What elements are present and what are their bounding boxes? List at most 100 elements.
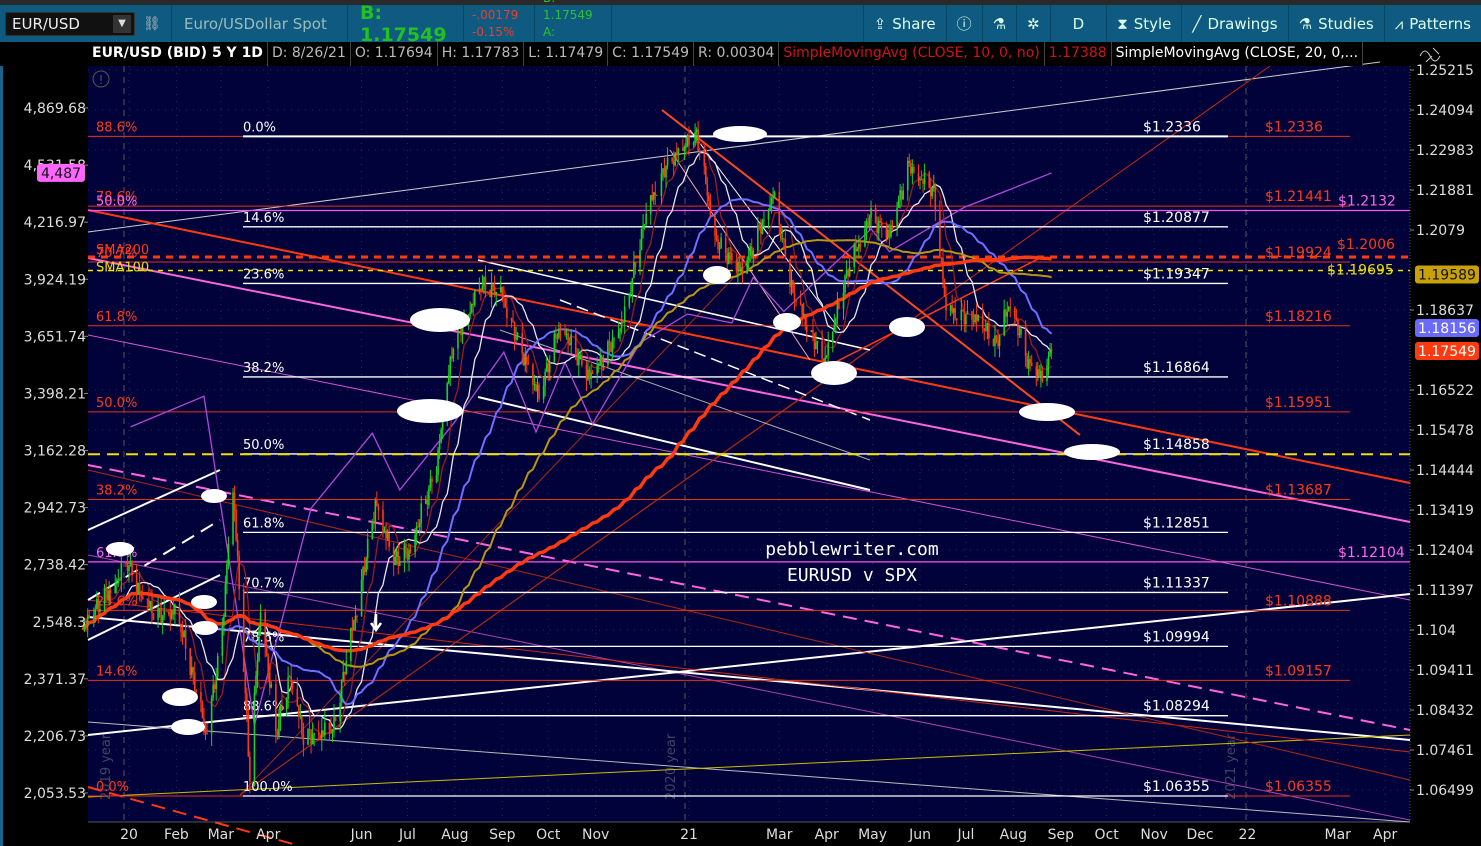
study-sma20-label[interactable]: SimpleMovingAvg (CLOSE, 20, 0,... (1112, 42, 1364, 66)
ellipse-marker[interactable] (192, 621, 218, 635)
time-axis-label: May (858, 827, 887, 843)
candle-body (1046, 365, 1048, 382)
candle-body (363, 567, 366, 572)
left-axis-label: 2,548.3 (33, 615, 86, 631)
candle-body (317, 732, 320, 736)
candle (201, 700, 204, 719)
share-button[interactable]: ⇪ Share (862, 5, 946, 42)
candle-body (331, 729, 334, 734)
candle-body (478, 288, 481, 290)
sma50-badge: 1.18156 (1418, 321, 1476, 337)
candle-body (340, 679, 343, 703)
style-button[interactable]: ⧗ Style (1106, 5, 1181, 42)
ellipse-marker[interactable] (162, 688, 198, 706)
style-label: Style (1133, 14, 1172, 33)
candle-body (622, 321, 624, 323)
time-axis-label: Aug (441, 827, 468, 843)
candle-body (493, 286, 496, 296)
chevron-down-icon[interactable]: ▼ (113, 14, 131, 33)
ellipse-marker[interactable] (201, 489, 227, 503)
candle-body (253, 692, 256, 782)
candle (103, 584, 106, 612)
right-axis-label: 1.15478 (1416, 423, 1474, 439)
candle-body (971, 311, 973, 321)
ellipse-marker[interactable] (171, 719, 205, 735)
time-axis[interactable]: 20 Feb Mar Apr Jun Jul Aug Sep Oct Nov 21 Mar Apr May… (120, 827, 1397, 843)
ellipse-marker[interactable] (1064, 444, 1120, 460)
candle-body (879, 220, 882, 223)
candle (810, 330, 813, 333)
candle-body (945, 296, 947, 311)
candle-body (963, 311, 966, 325)
ellipse-marker[interactable] (191, 595, 217, 609)
info-button[interactable]: ⓘ (945, 5, 982, 42)
candle-body (125, 562, 127, 564)
candle-body (880, 222, 883, 228)
candle-body (449, 356, 452, 375)
ellipse-marker[interactable] (811, 361, 857, 385)
candle-body (813, 332, 816, 350)
time-axis-label: Apr (815, 827, 839, 843)
ellipse-marker[interactable] (397, 399, 463, 423)
studies-button[interactable]: ⚗ Studies (1287, 5, 1384, 42)
candle (656, 194, 658, 196)
candle-body (151, 601, 153, 613)
candle-body (302, 734, 305, 745)
candle-body (149, 601, 152, 607)
ellipse-marker[interactable] (889, 317, 925, 337)
drawings-button[interactable]: ╱ Drawings (1181, 5, 1287, 42)
candle-body (928, 172, 930, 188)
candle-body (287, 677, 289, 699)
fib-red-pct: 0.0% (96, 780, 129, 795)
right-axis-label: 1.13419 (1416, 503, 1474, 519)
fib-white-price: $1.14858 (1143, 437, 1210, 453)
candle-body (264, 612, 266, 647)
price-chart[interactable]: 2019 year 2020 year 2021 year 88.6% $1.23… (0, 0, 1481, 846)
candle-body (997, 339, 999, 347)
candle-body (600, 356, 603, 368)
fib-white-price: $1.08294 (1143, 699, 1210, 715)
candle-body (847, 269, 849, 277)
candle-body (559, 328, 562, 330)
candle-body (544, 371, 546, 386)
study-sma10-value: 1.17388 (1045, 42, 1112, 66)
candle-body (385, 530, 387, 539)
candle-body (590, 372, 592, 379)
right-price-axis[interactable]: 1.25215 1.24094 1.22983 1.21881 1.2079 1.1863… (1410, 63, 1474, 799)
right-axis-label: 1.12404 (1416, 543, 1474, 559)
candle-body (815, 342, 817, 350)
candle-body (633, 262, 635, 279)
sma-level-name: SMA200 (96, 243, 149, 258)
fib-red-price: $1.18216 (1265, 309, 1332, 325)
ellipse-marker[interactable] (713, 126, 767, 142)
period-button[interactable]: D (1049, 5, 1107, 42)
fib-white-price: $1.16864 (1143, 360, 1210, 376)
candle-body (1024, 328, 1027, 357)
ellipse-marker[interactable] (1019, 403, 1075, 421)
candle-body (290, 676, 292, 683)
time-axis-label: Oct (536, 827, 561, 843)
candle-body (473, 289, 476, 305)
ellipse-marker[interactable] (703, 266, 731, 284)
candle-body (792, 280, 794, 294)
candle-body (532, 364, 534, 385)
candle-body (588, 369, 591, 379)
settings-button[interactable]: ✲ (1016, 5, 1050, 42)
symbol-selector[interactable]: EUR/USD ▼ (5, 11, 135, 36)
auto-scale-icon[interactable] (1419, 47, 1441, 63)
link-icon[interactable]: ⛓ (143, 16, 161, 32)
candle-body (767, 210, 770, 220)
fib-red-pct: 88.6% (96, 120, 137, 135)
patterns-button[interactable]: ⩘ Patterns (1383, 5, 1481, 42)
left-spx-axis[interactable]: 4,869.684,531.584,216.973,924.193,651.74… (24, 101, 88, 802)
candle-body (617, 331, 620, 339)
candle-body (954, 308, 956, 319)
flask-button[interactable]: ⚗ (981, 5, 1016, 42)
study-sma10-label[interactable]: SimpleMovingAvg (CLOSE, 10, 0, no) (779, 42, 1045, 66)
candle-body (542, 385, 545, 400)
ellipse-marker[interactable] (410, 308, 470, 332)
ellipse-marker[interactable] (106, 542, 134, 556)
candle-body (585, 364, 588, 380)
ellipse-marker[interactable] (773, 313, 801, 331)
candle-body (868, 217, 871, 227)
